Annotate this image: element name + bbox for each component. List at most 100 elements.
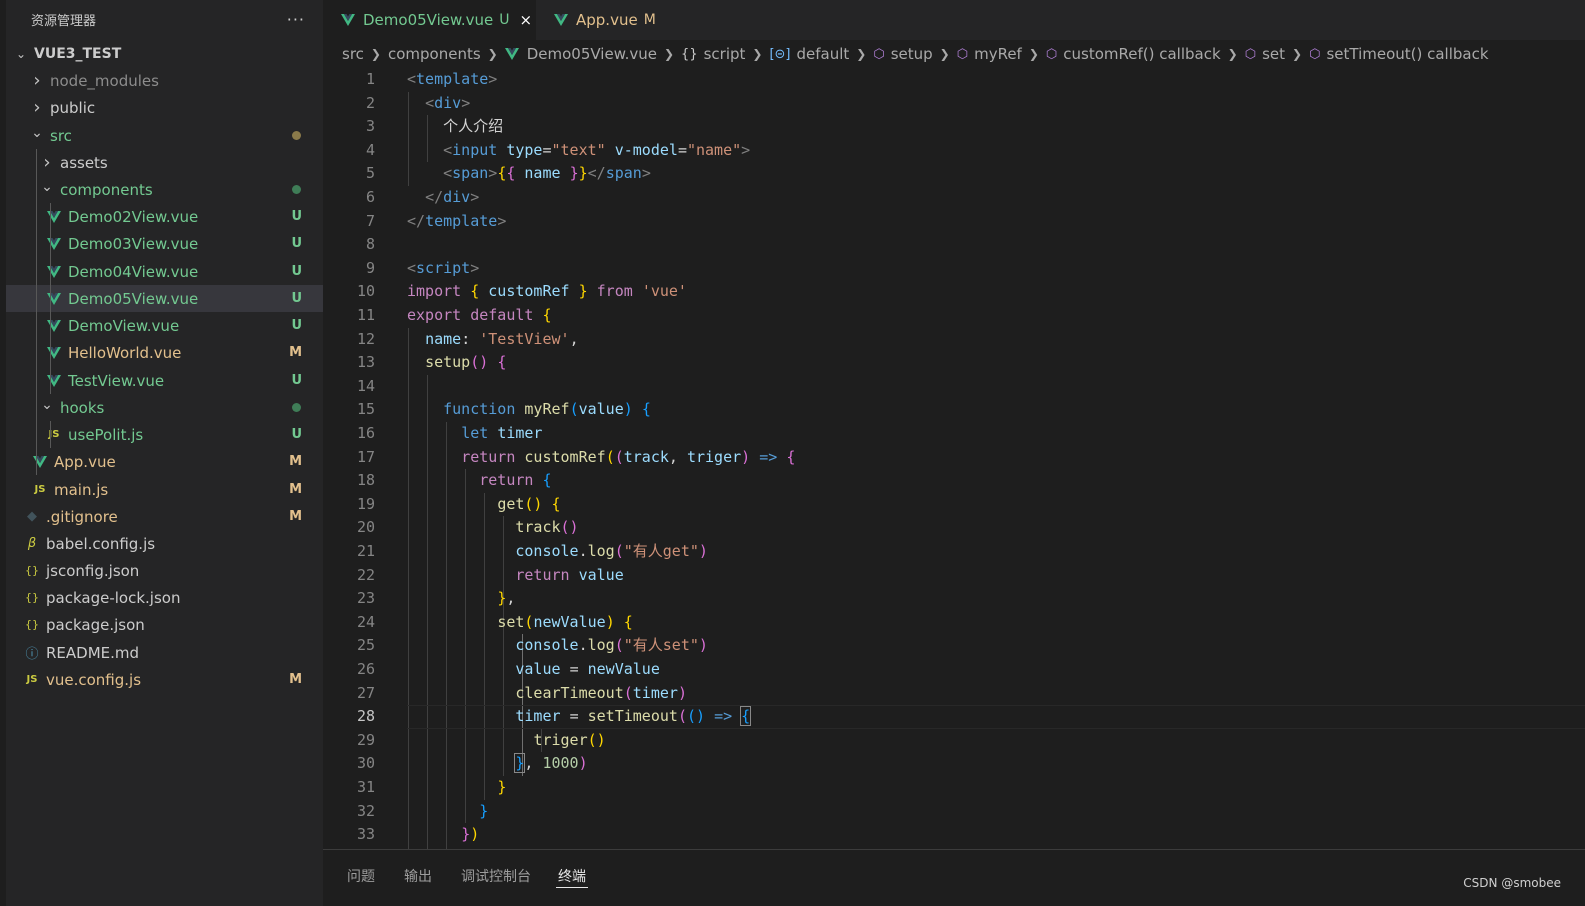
panel-tab-debug-console[interactable]: 调试控制台 (461, 866, 531, 886)
chevron-down-icon: ⌄ (15, 46, 27, 61)
file-item[interactable]: Demo04View.vue U (6, 258, 323, 285)
json-file-icon: {} (25, 564, 39, 577)
json-file-icon: {} (25, 618, 39, 631)
project-root[interactable]: ⌄ VUE3_TEST (6, 40, 323, 67)
breadcrumb-settimeout-callback[interactable]: ⬡ setTimeout() callback (1309, 45, 1488, 63)
tree-item-label: package.json (46, 615, 145, 634)
tree-item-label: DemoView.vue (68, 316, 180, 335)
modified-dot (292, 185, 301, 194)
git-status-badge: U (291, 373, 302, 388)
variable-icon: [⊝] (769, 46, 791, 62)
code-line: <script> (407, 258, 480, 277)
close-icon[interactable]: × (520, 11, 533, 29)
bottom-panel: 问题 输出 调试控制台 终端 CSDN @smobee (323, 849, 1585, 906)
folder-item[interactable]: ⌄ hooks (6, 394, 323, 421)
tab-app-vue[interactable]: App.vue M (536, 0, 686, 40)
code-line: console.log("有人set") (515, 636, 708, 655)
file-item[interactable]: JS main.js M (6, 476, 323, 503)
tree-item-label: main.js (54, 480, 109, 499)
file-item[interactable]: DemoView.vue U (6, 312, 323, 339)
folder-item[interactable]: ⌄ components (6, 176, 323, 203)
file-item[interactable]: ◆ .gitignore M (6, 503, 323, 530)
breadcrumb-label: components (387, 45, 481, 63)
tree-item-label: TestView.vue (68, 371, 165, 390)
breadcrumb-setup[interactable]: ⬡ setup (873, 45, 932, 63)
line-number-row: 8 (323, 233, 1585, 257)
file-item[interactable]: JS usePolit.js U (6, 421, 323, 448)
breadcrumb-customref-callback[interactable]: ⬡ customRef() callback (1046, 45, 1221, 63)
vue-icon (46, 265, 62, 278)
chevron-right-icon: ❯ (856, 47, 867, 61)
tree-item-label: usePolit.js (68, 425, 144, 444)
breadcrumb-label: set (1262, 45, 1286, 63)
code-line: value = newValue (515, 660, 660, 678)
string-literal: "有人set" (623, 636, 699, 655)
vue-icon (32, 455, 48, 468)
code-line: return value (515, 565, 624, 584)
file-item[interactable]: Demo03View.vue U (6, 230, 323, 257)
chevron-down-icon: ⌄ (41, 396, 53, 413)
string-literal: "有人get" (623, 542, 699, 560)
folder-item[interactable]: › public (6, 94, 323, 121)
tree-indent-guide (50, 203, 51, 394)
breadcrumb-script[interactable]: {} script (681, 45, 745, 63)
js-file-icon: JS (34, 484, 46, 495)
file-item[interactable]: ⓘ README.md (6, 639, 323, 666)
tab-demo05view[interactable]: Demo05View.vue U × (323, 0, 536, 40)
code-line: get() { (497, 494, 561, 513)
folder-item[interactable]: › node_modules (6, 67, 323, 94)
file-item[interactable]: {} package.json (6, 611, 323, 638)
code-line: 个人介绍 (323, 115, 1585, 139)
file-item[interactable]: JS vue.config.js M (6, 666, 323, 693)
breadcrumb-set[interactable]: ⬡ set (1245, 45, 1285, 63)
file-item[interactable]: {} package-lock.json (6, 584, 323, 611)
chevron-right-icon: ❯ (939, 47, 950, 61)
file-item[interactable]: HelloWorld.vue M (6, 339, 323, 366)
file-item[interactable]: {} jsconfig.json (6, 557, 323, 584)
code-line: <template> (407, 70, 498, 88)
breadcrumb-myref[interactable]: ⬡ myRef (957, 45, 1022, 63)
folder-item[interactable]: › assets (6, 149, 323, 176)
git-status-badge: M (289, 509, 302, 524)
code-line: }, 1000) (514, 753, 588, 774)
tree-item-label: Demo03View.vue (68, 234, 199, 253)
tree-item-label: jsconfig.json (46, 561, 140, 580)
tree-item-label: package-lock.json (46, 588, 181, 607)
vue-icon (554, 14, 568, 26)
vue-icon (46, 346, 62, 359)
panel-tab-terminal[interactable]: 终端 (558, 866, 586, 886)
file-item[interactable]: Demo05View.vue U (6, 285, 323, 312)
chevron-right-icon: ❯ (370, 47, 381, 61)
more-actions-icon[interactable]: ··· (287, 10, 305, 29)
chevron-right-icon: ❯ (1227, 47, 1238, 61)
panel-tab-output[interactable]: 输出 (404, 866, 432, 886)
js-file-icon: JS (26, 674, 38, 685)
code-line: }) (461, 825, 480, 844)
method-icon: ⬡ (1244, 46, 1257, 62)
file-item[interactable]: Demo02View.vue U (6, 203, 323, 230)
code-line: return { (479, 471, 552, 490)
string-literal: 'vue' (641, 282, 687, 301)
breadcrumb-default[interactable]: [⊝] default (769, 45, 849, 63)
code-line: </div> (425, 188, 480, 206)
panel-tab-problems[interactable]: 问题 (347, 866, 375, 886)
breadcrumb-label: customRef() callback (1063, 45, 1221, 63)
code-editor[interactable]: 1 2 3 4 5 6 7 8 9 10 11 12 13 14 15 16 17 18 19 20 21 22 23 24 2… (323, 68, 1585, 849)
folder-item[interactable]: ⌄ src (6, 122, 323, 149)
breadcrumb-components[interactable]: components (388, 45, 481, 63)
tree-item-label: src (50, 126, 72, 145)
tree-indent-guide (50, 421, 51, 448)
tree-item-label: hooks (60, 398, 105, 417)
code-line: timer = setTimeout(() => { (515, 706, 752, 727)
breadcrumb-label: src (342, 45, 364, 63)
vue-icon (46, 319, 62, 332)
breadcrumb-src[interactable]: src (342, 45, 364, 63)
file-item[interactable]: β babel.config.js (6, 530, 323, 557)
code-line: let timer (461, 424, 543, 442)
file-item[interactable]: TestView.vue U (6, 367, 323, 394)
file-item[interactable]: App.vue M (6, 448, 323, 475)
project-name: VUE3_TEST (34, 45, 122, 62)
breadcrumb-file[interactable]: Demo05View.vue (504, 45, 657, 63)
code-line: triger() (533, 730, 606, 749)
breadcrumb-label: default (796, 45, 850, 63)
